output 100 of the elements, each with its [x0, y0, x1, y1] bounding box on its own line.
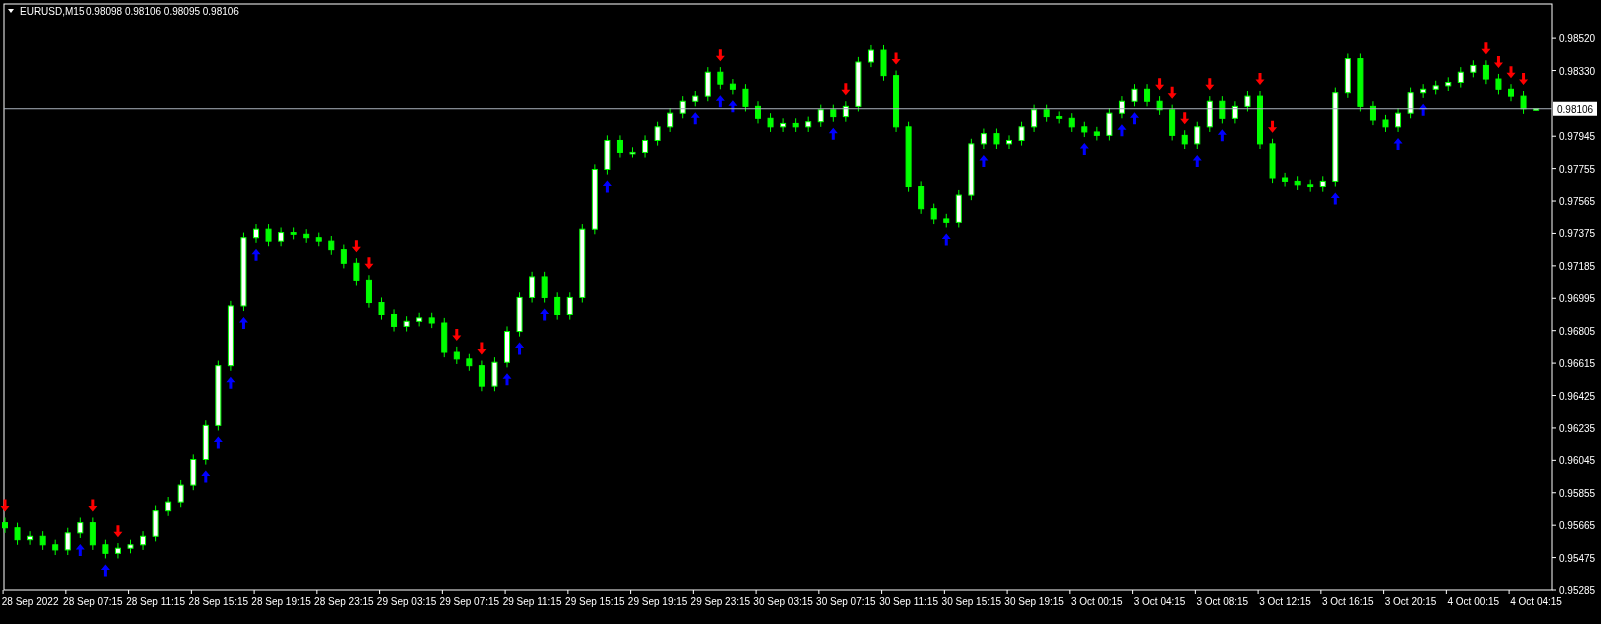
time-label: 3 Oct 12:15	[1259, 596, 1311, 607]
candle	[704, 66, 711, 102]
candle	[64, 527, 71, 556]
price-label: 0.97185	[1559, 260, 1596, 272]
candle	[1470, 59, 1477, 78]
candle	[478, 360, 485, 392]
candle	[692, 90, 699, 107]
candle	[642, 134, 649, 159]
up-arrow-marker	[1330, 192, 1340, 205]
down-arrow-marker	[477, 342, 487, 355]
candle	[140, 530, 147, 551]
time-label: 3 Oct 08:15	[1196, 596, 1249, 607]
candle	[554, 291, 561, 321]
down-arrow-marker	[1268, 120, 1278, 133]
candle	[842, 100, 849, 123]
candle	[516, 291, 523, 338]
price-label: 0.97945	[1559, 131, 1596, 143]
candle	[466, 353, 473, 372]
candle	[943, 213, 950, 228]
candle	[1420, 83, 1427, 99]
candle	[391, 308, 398, 333]
candle	[629, 146, 636, 159]
time-label: 28 Sep 11:15	[126, 596, 185, 607]
price-label: 0.96425	[1559, 390, 1596, 402]
candle	[1181, 129, 1188, 150]
candle	[955, 189, 962, 228]
up-arrow-marker	[690, 112, 700, 125]
price-label: 0.96995	[1559, 293, 1596, 305]
candle	[102, 539, 109, 559]
time-label: 29 Sep 19:15	[627, 596, 688, 607]
candle	[1231, 100, 1238, 124]
candle	[1495, 73, 1502, 95]
price-label: 0.95285	[1559, 585, 1596, 596]
candle	[1344, 52, 1351, 99]
price-label: 0.95665	[1559, 520, 1596, 532]
candle	[755, 100, 761, 124]
candle	[265, 223, 272, 247]
up-arrow-marker	[540, 308, 550, 321]
up-arrow-marker	[1217, 129, 1227, 142]
candle	[1144, 83, 1151, 107]
candle	[1319, 175, 1326, 193]
down-arrow-marker	[1481, 42, 1491, 55]
candle	[1257, 90, 1263, 150]
candle	[290, 227, 297, 240]
up-arrow-marker	[828, 127, 838, 140]
candle	[328, 235, 335, 256]
price-label: 0.96615	[1559, 358, 1596, 370]
candle	[1482, 59, 1489, 85]
candle	[541, 271, 548, 304]
up-arrow-marker	[1393, 137, 1403, 150]
candle	[27, 530, 34, 546]
candle	[504, 325, 510, 368]
candle	[880, 44, 887, 82]
up-arrow-marker	[715, 95, 725, 108]
price-label: 0.97565	[1559, 196, 1596, 208]
time-label: 28 Sep 15:15	[188, 596, 249, 607]
candle	[14, 522, 21, 546]
candle	[1357, 52, 1364, 112]
candle	[1294, 175, 1301, 191]
time-label: 28 Sep 2022	[1, 596, 59, 607]
candle	[2, 517, 8, 534]
candle	[742, 83, 749, 112]
down-arrow-marker	[1493, 56, 1503, 68]
candle	[729, 78, 736, 95]
up-arrow-marker	[213, 436, 223, 449]
up-arrow-marker	[515, 342, 525, 355]
candle	[353, 257, 360, 286]
up-arrow-marker	[979, 154, 989, 167]
price-label: 0.96045	[1559, 455, 1596, 467]
candle	[1432, 80, 1439, 95]
down-arrow-marker	[351, 240, 361, 253]
candle	[529, 271, 536, 304]
up-arrow-marker	[238, 317, 248, 329]
candle	[416, 312, 423, 327]
up-arrow-marker	[728, 100, 738, 113]
down-arrow-marker	[891, 52, 901, 65]
up-arrow-marker	[100, 564, 110, 577]
down-arrow-marker	[452, 328, 462, 341]
candle	[1043, 104, 1050, 123]
price-label: 0.98520	[1559, 33, 1596, 45]
down-arrow-marker	[88, 499, 98, 512]
candle	[805, 116, 812, 133]
candle	[215, 360, 222, 431]
candle	[378, 296, 385, 321]
down-arrow-marker	[1167, 86, 1177, 99]
time-label: 4 Oct 00:15	[1447, 596, 1500, 607]
time-label: 3 Oct 16:15	[1322, 596, 1374, 607]
candle	[1156, 95, 1163, 116]
candle	[905, 121, 912, 193]
candle	[227, 300, 234, 372]
dropdown-icon[interactable]	[8, 9, 14, 13]
price-label: 0.96235	[1559, 422, 1596, 434]
candle	[993, 128, 1000, 150]
candle	[1407, 87, 1414, 119]
candle	[930, 203, 937, 225]
up-arrow-marker	[1117, 124, 1127, 137]
candle	[717, 66, 724, 90]
candle	[52, 539, 59, 556]
candle	[365, 274, 372, 309]
candle	[1533, 108, 1540, 112]
